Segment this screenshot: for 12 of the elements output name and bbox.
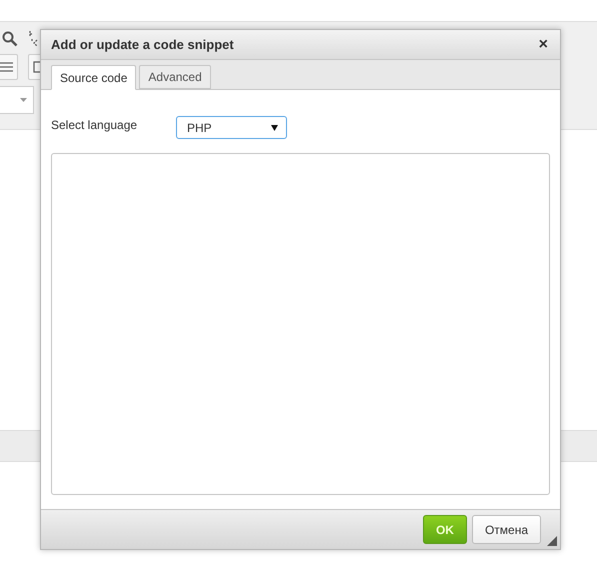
cancel-button[interactable]: Отмена bbox=[472, 515, 541, 544]
resize-grip-icon[interactable] bbox=[547, 536, 557, 546]
language-select[interactable]: PHP bbox=[176, 116, 287, 139]
tab[interactable]: Advanced bbox=[139, 65, 211, 89]
language-label: Select language bbox=[51, 118, 138, 132]
caret-icon bbox=[20, 98, 27, 102]
caret-icon bbox=[271, 124, 278, 130]
close-button[interactable]: × bbox=[536, 36, 550, 52]
dialog-title: Add or update a code snippet bbox=[51, 37, 234, 52]
search-icon[interactable] bbox=[2, 31, 18, 47]
lines-icon bbox=[0, 61, 13, 73]
tab[interactable]: Source code bbox=[51, 65, 136, 90]
